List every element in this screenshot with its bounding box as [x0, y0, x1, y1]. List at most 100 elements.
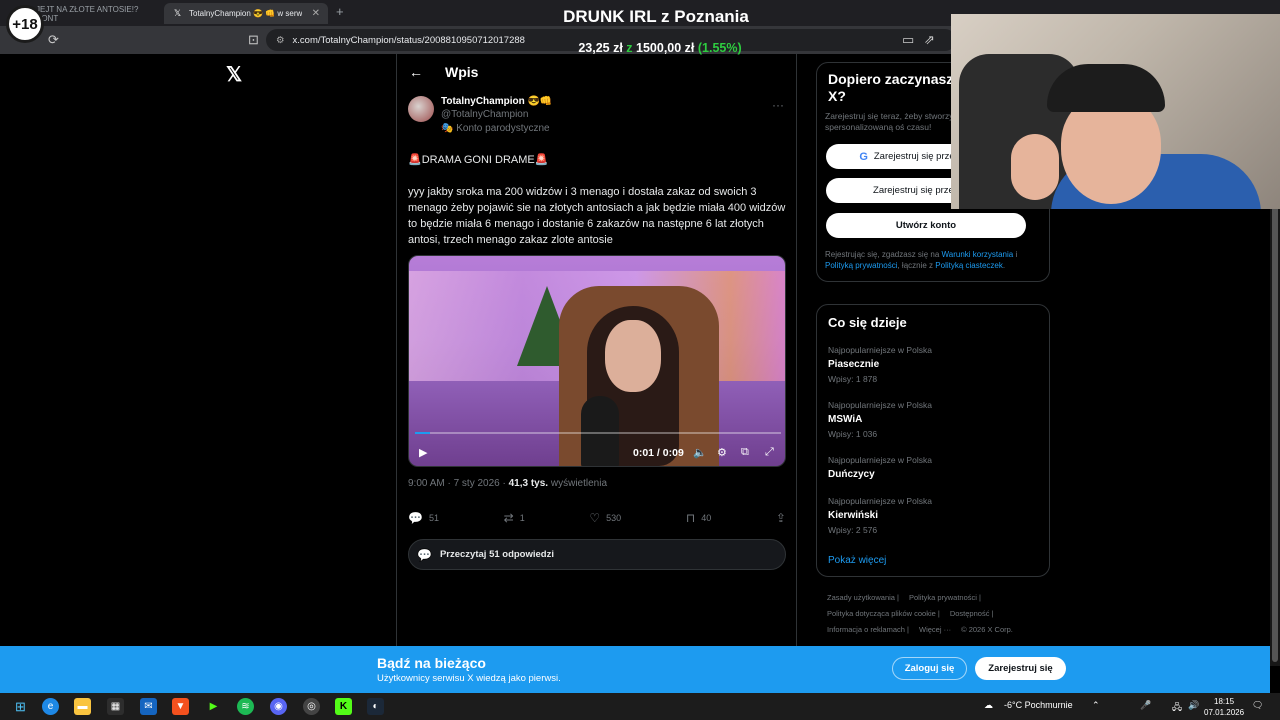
footer-copyright: © 2026 X Corp.: [961, 625, 1013, 634]
show-more-link[interactable]: Pokaż więcej: [828, 555, 886, 566]
repost-button[interactable]: ⇄ 1: [504, 511, 525, 525]
share-icon: ⇪: [775, 511, 786, 525]
create-account-label: Utwórz konto: [895, 220, 957, 231]
kick-studio-icon[interactable]: ▶: [205, 698, 222, 715]
trend-posts: Wpisy: 1 036: [828, 429, 878, 439]
cast-icon[interactable]: ▭: [902, 32, 914, 48]
login-button[interactable]: Zaloguj się: [892, 657, 967, 680]
login-banner: Bądź na bieżąco Użytkownicy serwisu X wi…: [0, 646, 1270, 693]
tray-chevron-icon[interactable]: ⌃: [1092, 700, 1100, 711]
notifications-icon[interactable]: 🗨: [1252, 700, 1263, 711]
chat-bubble-icon: 💬: [417, 547, 432, 562]
trend-category: Najpopularniejsze w Polska: [828, 345, 932, 355]
reload-icon[interactable]: ⟳: [48, 32, 59, 48]
share-icon[interactable]: ⇗: [924, 32, 935, 48]
video-player[interactable]: ▶ 0:01 / 0:09 🔈 ⚙ ⧉ ⤢: [408, 255, 786, 467]
trend-category: Najpopularniejsze w Polska: [828, 496, 932, 506]
bookmark-icon[interactable]: ⊡: [248, 32, 259, 48]
author-name[interactable]: TotalnyChampion 😎👊: [441, 96, 552, 107]
weather-text[interactable]: -6°C Pochmurnie: [1004, 700, 1073, 710]
brave-icon[interactable]: ▼: [172, 698, 189, 715]
trend-item[interactable]: Najpopularniejsze w Polska Duńczycy: [828, 455, 932, 480]
back-arrow-icon[interactable]: ←: [409, 64, 423, 80]
tab-antosie[interactable]: JEJT NA ZŁOTE ANTOSIE!? KONT: [28, 3, 160, 24]
edge-icon[interactable]: e: [42, 698, 59, 715]
terms-link[interactable]: Warunki korzystania: [942, 250, 1014, 259]
webcam-overlay: [951, 14, 1280, 209]
banner-subtitle: Użytkownicy serwisu X wiedzą jako pierws…: [377, 673, 561, 684]
file-explorer-icon[interactable]: ▬: [74, 698, 91, 715]
close-tab-icon[interactable]: ✕: [312, 8, 320, 19]
footer-link[interactable]: Dostępność |: [950, 609, 994, 618]
trend-item[interactable]: Najpopularniejsze w Polska Piasecznie Wp…: [828, 345, 932, 384]
tab-totalnychampion[interactable]: 𝕏 TotalnyChampion 😎 👊 w serw ✕: [164, 3, 328, 24]
signup-legal: Rejestrując się, zgadzasz się na Warunki…: [825, 249, 1043, 271]
windows-start-icon[interactable]: ⊞: [12, 698, 29, 715]
page-title: Wpis: [445, 64, 479, 80]
like-count: 530: [606, 513, 622, 523]
network-icon[interactable]: 🖧: [1172, 700, 1182, 716]
avatar[interactable]: [408, 96, 434, 122]
reply-button[interactable]: 💬 51: [408, 511, 439, 525]
share-button[interactable]: ⇪: [776, 511, 786, 525]
volume-icon[interactable]: 🔈: [693, 446, 707, 459]
more-options-icon[interactable]: ···: [772, 98, 784, 112]
footer-link[interactable]: Informacja o reklamach |: [827, 625, 909, 634]
mail-icon[interactable]: ✉: [140, 698, 157, 715]
clock[interactable]: 18:15 07.01.2026: [1204, 696, 1244, 718]
volume-tray-icon[interactable]: 🔊: [1188, 700, 1199, 711]
trends-heading: Co się dzieje: [828, 315, 907, 330]
trend-posts: Wpisy: 2 576: [828, 525, 878, 535]
store-icon[interactable]: ▦: [107, 698, 124, 715]
legal-text-1: Rejestrując się, zgadzasz się na: [825, 250, 942, 259]
trend-item[interactable]: Najpopularniejsze w Polska MSWiA Wpisy: …: [828, 400, 932, 439]
trends-card: Co się dzieje Najpopularniejsze w Polska…: [816, 304, 1050, 577]
new-tab-button[interactable]: +: [336, 4, 344, 19]
video-progress-bar[interactable]: [415, 432, 781, 434]
cookies-link[interactable]: Polityką ciasteczek: [935, 261, 1003, 270]
post-timestamp[interactable]: 9:00 AM · 7 sty 2026 ·: [408, 478, 509, 489]
main-column: ← Wpis TotalnyChampion 😎👊 @TotalnyChampi…: [396, 54, 797, 646]
video-person-face: [605, 320, 661, 392]
stream-title: DRUNK IRL z Poznania: [563, 7, 749, 26]
windows-taskbar: ⊞ e ▬ ▦ ✉ ▼ ▶ ≋ ◉ ◎ K ◐ ☁ -6°C Pochmurni…: [0, 693, 1280, 720]
pip-icon[interactable]: ⧉: [741, 446, 749, 459]
trend-item[interactable]: Najpopularniejsze w Polska Kierwiński Wp…: [828, 496, 932, 535]
register-button[interactable]: Zarejestruj się: [975, 657, 1066, 680]
bookmark-icon: ⊓: [685, 511, 696, 525]
create-account-button[interactable]: Utwórz konto: [826, 213, 1026, 238]
play-icon[interactable]: ▶: [419, 446, 427, 459]
webcam-person-cap: [1047, 64, 1165, 112]
spotify-icon[interactable]: ≋: [237, 698, 254, 715]
heart-icon: ♡: [589, 511, 601, 525]
trend-name: Kierwiński: [828, 510, 879, 521]
x-logo[interactable]: 𝕏: [226, 62, 242, 87]
donation-separator: z: [626, 41, 633, 55]
signup-subtitle: Zarejestruj się teraz, żeby stworzyć spe…: [825, 111, 958, 132]
footer-link[interactable]: Polityka dotycząca plików cookie |: [827, 609, 940, 618]
site-info-icon[interactable]: ⚙: [276, 35, 285, 46]
clock-time: 18:15: [1214, 697, 1235, 706]
donation-percent: (1.55%): [697, 41, 742, 55]
privacy-link[interactable]: Polityką prywatności: [825, 261, 897, 270]
post-text-line-1: 🚨DRAMA GONI DRAME🚨: [408, 154, 549, 166]
repost-count: 1: [519, 513, 525, 523]
fullscreen-icon[interactable]: ⤢: [765, 446, 774, 459]
footer-link[interactable]: Zasady użytkowania |: [827, 593, 899, 602]
author-handle[interactable]: @TotalnyChampion: [441, 109, 552, 120]
post-meta: 9:00 AM · 7 sty 2026 · 41,3 tys. wyświet…: [408, 478, 607, 489]
like-button[interactable]: ♡ 530: [589, 511, 621, 525]
settings-gear-icon[interactable]: ⚙: [717, 446, 727, 459]
trend-name: Piasecznie: [828, 359, 880, 370]
read-replies-button[interactable]: 💬 Przeczytaj 51 odpowiedzi: [408, 539, 786, 570]
footer-link[interactable]: Więcej ···: [919, 625, 951, 634]
legal-text-4: .: [1002, 261, 1006, 270]
kick-icon[interactable]: K: [335, 698, 352, 715]
microphone-tray-icon[interactable]: 🎤: [1140, 700, 1151, 711]
obs-icon[interactable]: ◎: [303, 698, 320, 715]
steam-icon[interactable]: ◐: [367, 698, 384, 715]
weather-icon[interactable]: ☁: [984, 700, 993, 711]
footer-link[interactable]: Polityka prywatności |: [909, 593, 981, 602]
discord-icon[interactable]: ◉: [270, 698, 287, 715]
bookmark-button[interactable]: ⊓ 40: [686, 511, 711, 525]
